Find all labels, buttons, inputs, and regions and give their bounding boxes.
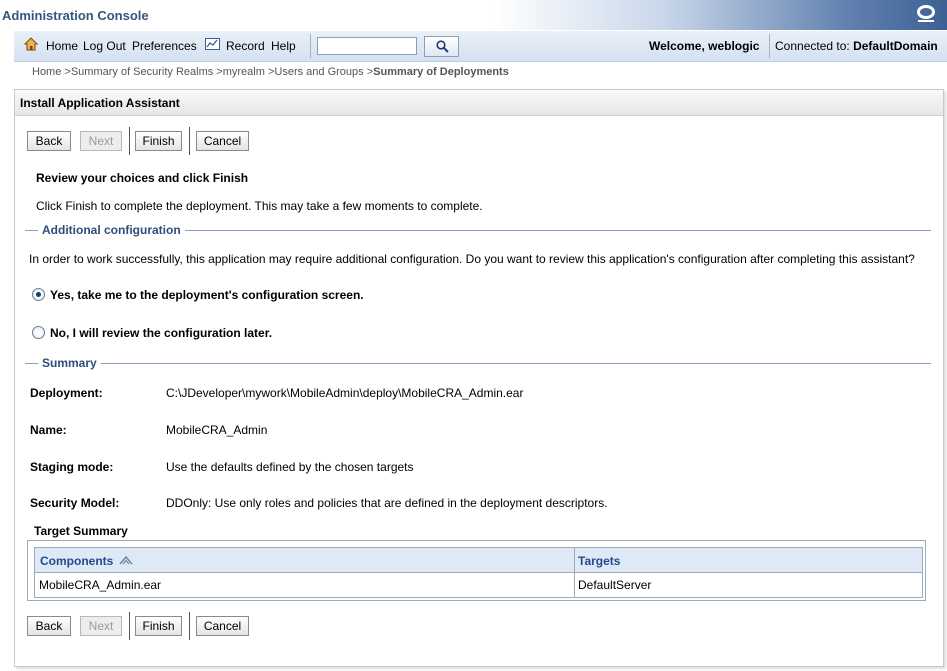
review-heading: Review your choices and click Finish <box>36 171 249 185</box>
help-link[interactable]: Help <box>271 39 296 53</box>
app-title: Administration Console <box>2 8 149 23</box>
button-divider <box>129 612 130 640</box>
config-yes-radio[interactable] <box>32 288 45 301</box>
config-yes-label[interactable]: Yes, take me to the deployment's configu… <box>50 288 364 302</box>
components-column-header[interactable]: Components <box>40 554 133 568</box>
button-divider <box>189 127 190 155</box>
cancel-button[interactable]: Cancel <box>196 616 249 636</box>
cancel-button[interactable]: Cancel <box>196 131 249 151</box>
home-icon[interactable] <box>23 36 39 52</box>
connected-info: Connected to: DefaultDomain <box>775 39 938 53</box>
finish-button[interactable]: Finish <box>135 616 182 636</box>
search-button[interactable] <box>424 36 459 57</box>
column-divider <box>574 548 575 573</box>
target-summary-title: Target Summary <box>34 524 128 538</box>
name-label: Name: <box>30 423 67 437</box>
record-link[interactable]: Record <box>226 39 265 53</box>
logout-link[interactable]: Log Out <box>83 39 126 53</box>
config-no-label[interactable]: No, I will review the configuration late… <box>50 326 272 340</box>
table-header: Components Targets <box>34 547 923 573</box>
deployment-value: C:\JDeveloper\mywork\MobileAdmin\deploy\… <box>166 386 524 400</box>
button-divider <box>189 612 190 640</box>
additional-config-title: Additional configuration <box>38 223 185 237</box>
connected-label: Connected to: <box>775 39 850 53</box>
component-cell: MobileCRA_Admin.ear <box>39 578 162 592</box>
section-divider <box>25 363 931 364</box>
breadcrumb-users-groups[interactable]: Users and Groups > <box>274 66 373 78</box>
search-icon <box>436 40 449 53</box>
preferences-link[interactable]: Preferences <box>132 39 197 53</box>
button-divider <box>129 127 130 155</box>
staging-mode-label: Staging mode: <box>30 460 114 474</box>
target-summary-table: Components Targets MobileCRA_Admin.ear D… <box>27 540 926 601</box>
connected-domain: DefaultDomain <box>853 39 938 53</box>
column-divider <box>574 573 575 597</box>
config-no-radio[interactable] <box>32 326 45 339</box>
deployment-label: Deployment: <box>30 386 103 400</box>
search-input[interactable] <box>317 37 417 55</box>
security-model-label: Security Model: <box>30 496 120 510</box>
toolbar: Home Log Out Preferences Record Help Wel… <box>14 31 947 62</box>
breadcrumb-myrealm[interactable]: myrealm > <box>223 66 275 78</box>
toolbar-divider <box>769 34 770 58</box>
record-icon[interactable] <box>205 38 220 50</box>
table-row: MobileCRA_Admin.ear DefaultServer <box>34 573 923 598</box>
back-button[interactable]: Back <box>27 616 71 636</box>
intro-text: Click Finish to complete the deployment.… <box>36 199 483 213</box>
breadcrumb-home[interactable]: Home > <box>32 66 71 78</box>
targets-column-header[interactable]: Targets <box>578 554 620 568</box>
name-value: MobileCRA_Admin <box>166 423 268 437</box>
panel-title: Install Application Assistant <box>20 96 180 110</box>
panel-header: Install Application Assistant <box>15 90 943 116</box>
summary-title: Summary <box>38 356 101 370</box>
home-link[interactable]: Home <box>46 39 78 53</box>
install-assistant-panel: Install Application Assistant Back Next … <box>14 89 944 667</box>
oracle-logo-icon <box>917 5 935 22</box>
staging-mode-value: Use the defaults defined by the chosen t… <box>166 460 414 474</box>
breadcrumb: Home >Summary of Security Realms >myreal… <box>32 66 509 78</box>
breadcrumb-security-realms[interactable]: Summary of Security Realms > <box>71 66 223 78</box>
security-model-value: DDOnly: Use only roles and policies that… <box>166 496 608 510</box>
title-bar: Administration Console <box>0 0 947 30</box>
breadcrumb-current: Summary of Deployments <box>373 66 509 78</box>
components-header-label: Components <box>40 554 114 568</box>
welcome-text: Welcome, weblogic <box>649 39 760 53</box>
toolbar-divider <box>310 34 311 58</box>
next-button[interactable]: Next <box>80 616 122 636</box>
back-button[interactable]: Back <box>27 131 71 151</box>
additional-config-description: In order to work successfully, this appl… <box>29 252 915 266</box>
sort-ascending-icon[interactable] <box>119 555 133 565</box>
finish-button[interactable]: Finish <box>135 131 182 151</box>
target-cell: DefaultServer <box>578 578 652 592</box>
next-button[interactable]: Next <box>80 131 122 151</box>
